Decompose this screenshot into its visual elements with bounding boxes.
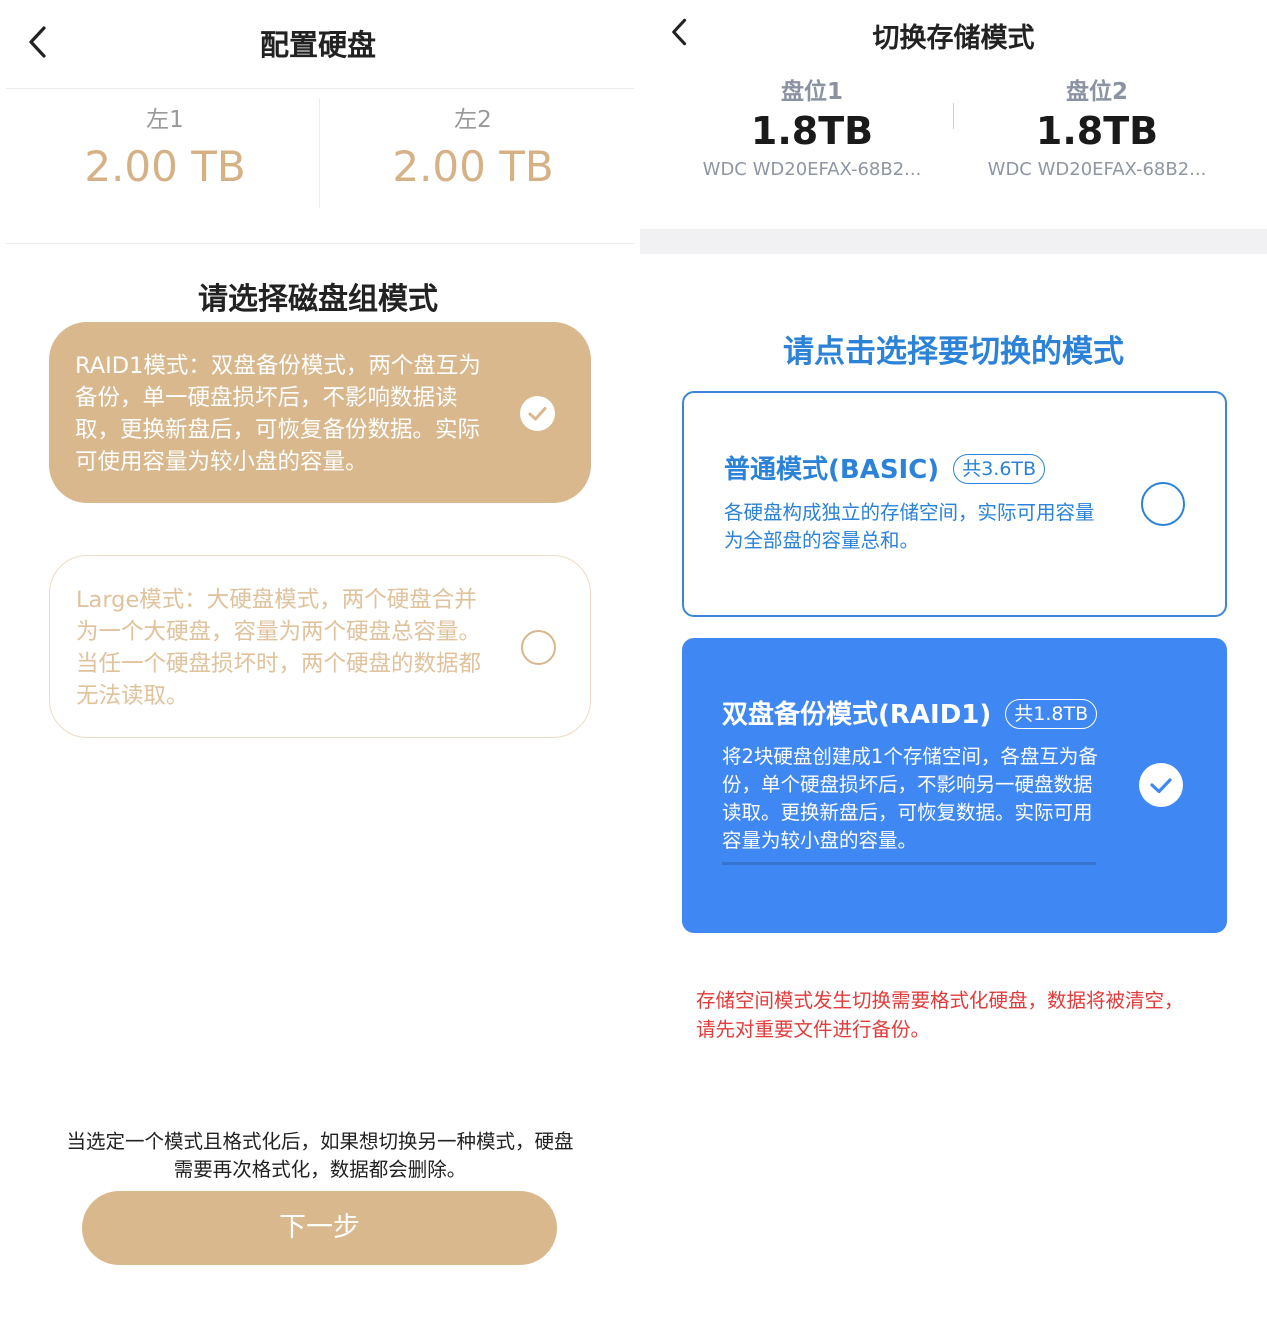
disk-info-left-2: 左2 2.00 TB: [318, 100, 628, 191]
page-title: 配置硬盘: [259, 28, 376, 62]
mode-title-row: 普通模式(BASIC) 共3.6TB: [724, 449, 1046, 486]
format-note: 当选定一个模式且格式化后，如果想切换另一种模式，硬盘需要再次格式化，数据都会删除…: [66, 1130, 574, 1181]
disk-name: 左2: [454, 107, 492, 133]
mode-card-basic[interactable]: 普通模式(BASIC) 共3.6TB 各硬盘构成独立的存储空间，实际可用容量为全部…: [682, 391, 1227, 617]
radio-empty-icon[interactable]: [1141, 482, 1185, 526]
mode-description: RAID1模式：双盘备份模式，两个盘互为备份，单一硬盘损坏后，不影响数据读取，更…: [75, 353, 481, 475]
section-title: 请点击选择要切换的模式: [783, 334, 1124, 370]
slot-size: 1.8TB: [750, 109, 874, 153]
slot-name: 盘位2: [1065, 79, 1128, 105]
check-icon[interactable]: [520, 396, 555, 431]
capacity-badge: 共3.6TB: [953, 454, 1046, 484]
mode-card-raid1[interactable]: 双盘备份模式(RAID1) 共1.8TB 将2块硬盘创建成1个存储空间，各盘互为备…: [682, 638, 1227, 933]
right-screen-switch-storage-mode: 切换存储模式 盘位1 1.8TB WDC WD20EFAX-68B2... 盘位…: [640, 0, 1267, 1333]
mode-card-raid1[interactable]: RAID1模式：双盘备份模式，两个盘互为备份，单一硬盘损坏后，不影响数据读取，更…: [49, 322, 591, 503]
section-title: 请选择磁盘组模式: [198, 282, 438, 317]
disk-size: 2.00 TB: [392, 142, 554, 191]
slot-model: WDC WD20EFAX-68B2...: [702, 159, 922, 180]
slot-size: 1.8TB: [1035, 109, 1159, 153]
capacity-badge: 共1.8TB: [1005, 699, 1098, 729]
check-icon[interactable]: [1139, 763, 1183, 807]
left-screen-configure-disks: 配置硬盘 左1 2.00 TB 左2 2.00 TB 请选择磁盘组模式 RAID…: [0, 0, 636, 1333]
section-divider: [6, 243, 634, 244]
mode-description: Large模式：大硬盘模式，两个硬盘合并为一个大硬盘，容量为两个硬盘总容量。当任…: [76, 587, 482, 709]
format-warning: 存储空间模式发生切换需要格式化硬盘，数据将被清空，请先对重要文件进行备份。: [696, 989, 1184, 1041]
disk-info-left-1: 左1 2.00 TB: [10, 100, 320, 191]
slot-name: 盘位1: [780, 79, 843, 105]
mode-card-large[interactable]: Large模式：大硬盘模式，两个硬盘合并为一个大硬盘，容量为两个硬盘总容量。当任…: [49, 555, 591, 738]
slot-model: WDC WD20EFAX-68B2...: [987, 159, 1207, 180]
mode-title-row: 双盘备份模式(RAID1) 共1.8TB: [722, 694, 1098, 731]
section-band: [640, 229, 1267, 254]
page-title: 切换存储模式: [872, 23, 1035, 54]
radio-empty-icon[interactable]: [521, 630, 556, 665]
mode-title: 普通模式(BASIC): [724, 455, 940, 485]
description-underline: [722, 862, 1096, 865]
disk-slot-2: 盘位2 1.8TB WDC WD20EFAX-68B2...: [952, 72, 1242, 180]
header-divider: [6, 88, 634, 89]
disk-slot-1: 盘位1 1.8TB WDC WD20EFAX-68B2...: [667, 72, 957, 180]
disk-size: 2.00 TB: [84, 142, 246, 191]
mode-description: 各硬盘构成独立的存储空间，实际可用容量为全部盘的容量总和。: [724, 501, 1095, 552]
mode-description: 将2块硬盘创建成1个存储空间，各盘互为备份，单个硬盘损坏后，不影响另一硬盘数据读…: [722, 745, 1098, 852]
next-step-button[interactable]: 下一步: [82, 1191, 557, 1265]
disk-name: 左1: [146, 107, 184, 133]
mode-title: 双盘备份模式(RAID1): [722, 700, 992, 730]
